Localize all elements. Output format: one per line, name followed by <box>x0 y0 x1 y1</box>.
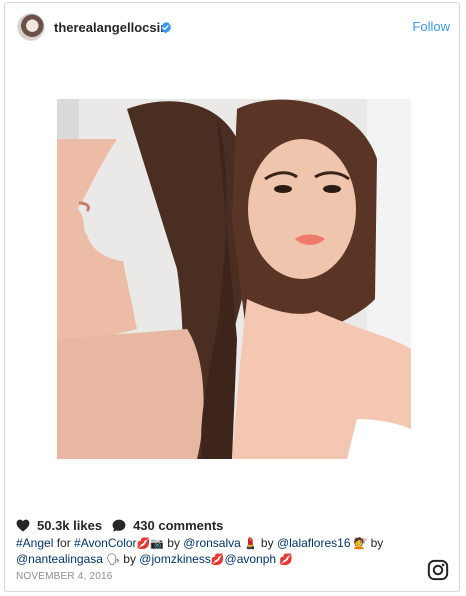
verified-badge-icon <box>160 21 172 34</box>
heart-icon <box>16 519 30 532</box>
post-header: therealangellocsin Follow <box>5 3 459 51</box>
emoji-haircut: 💇 <box>350 538 368 550</box>
post-stats: 50.3k likes 430 comments <box>16 517 233 533</box>
mention-avonph[interactable]: @avonph <box>225 552 277 566</box>
emoji-lips-camera: 💋📷 <box>136 538 164 550</box>
post-caption: #Angel for #AvonColor💋📷 by @ronsalva 💄 b… <box>16 536 450 568</box>
profile-avatar[interactable] <box>17 13 45 41</box>
comments-count: 430 comments <box>133 517 224 533</box>
caption-text: by <box>367 536 384 550</box>
comment-bubble-icon <box>112 519 126 532</box>
likes-count: 50.3k likes <box>37 517 103 533</box>
caption-text: by <box>257 536 277 550</box>
hashtag-avoncolor[interactable]: #AvonColor <box>74 536 136 550</box>
portrait-photo <box>57 99 411 459</box>
instagram-logo-icon[interactable] <box>427 559 449 581</box>
caption-text: for <box>53 536 75 550</box>
mention-nantealingasa[interactable]: @nantealingasa <box>16 552 103 566</box>
caption-text: by <box>163 536 184 550</box>
instagram-embed-card: therealangellocsin Follow 50.3k likes 43… <box>4 2 460 592</box>
follow-button[interactable]: Follow <box>412 19 450 34</box>
hashtag-angel[interactable]: #Angel <box>16 536 53 550</box>
caption-text: by <box>119 552 140 566</box>
emoji-lips: 💋 <box>276 554 293 566</box>
emoji-lipstick: 💄 <box>240 538 258 550</box>
post-date[interactable]: NOVEMBER 4, 2016 <box>16 571 113 582</box>
mention-jomzkiness[interactable]: @jomzkiness <box>139 552 211 566</box>
likes-stat[interactable]: 50.3k likes <box>16 518 102 533</box>
mention-ronsalva[interactable]: @ronsalva <box>183 536 241 550</box>
username-link[interactable]: therealangellocsin <box>54 20 168 35</box>
emoji-speaking-head: 🗣 <box>102 554 120 566</box>
emoji-lips: 💋 <box>210 554 225 566</box>
comments-stat[interactable]: 430 comments <box>112 518 223 533</box>
post-photo[interactable] <box>57 99 411 459</box>
mention-lalaflores16[interactable]: @lalaflores16 <box>277 536 351 550</box>
